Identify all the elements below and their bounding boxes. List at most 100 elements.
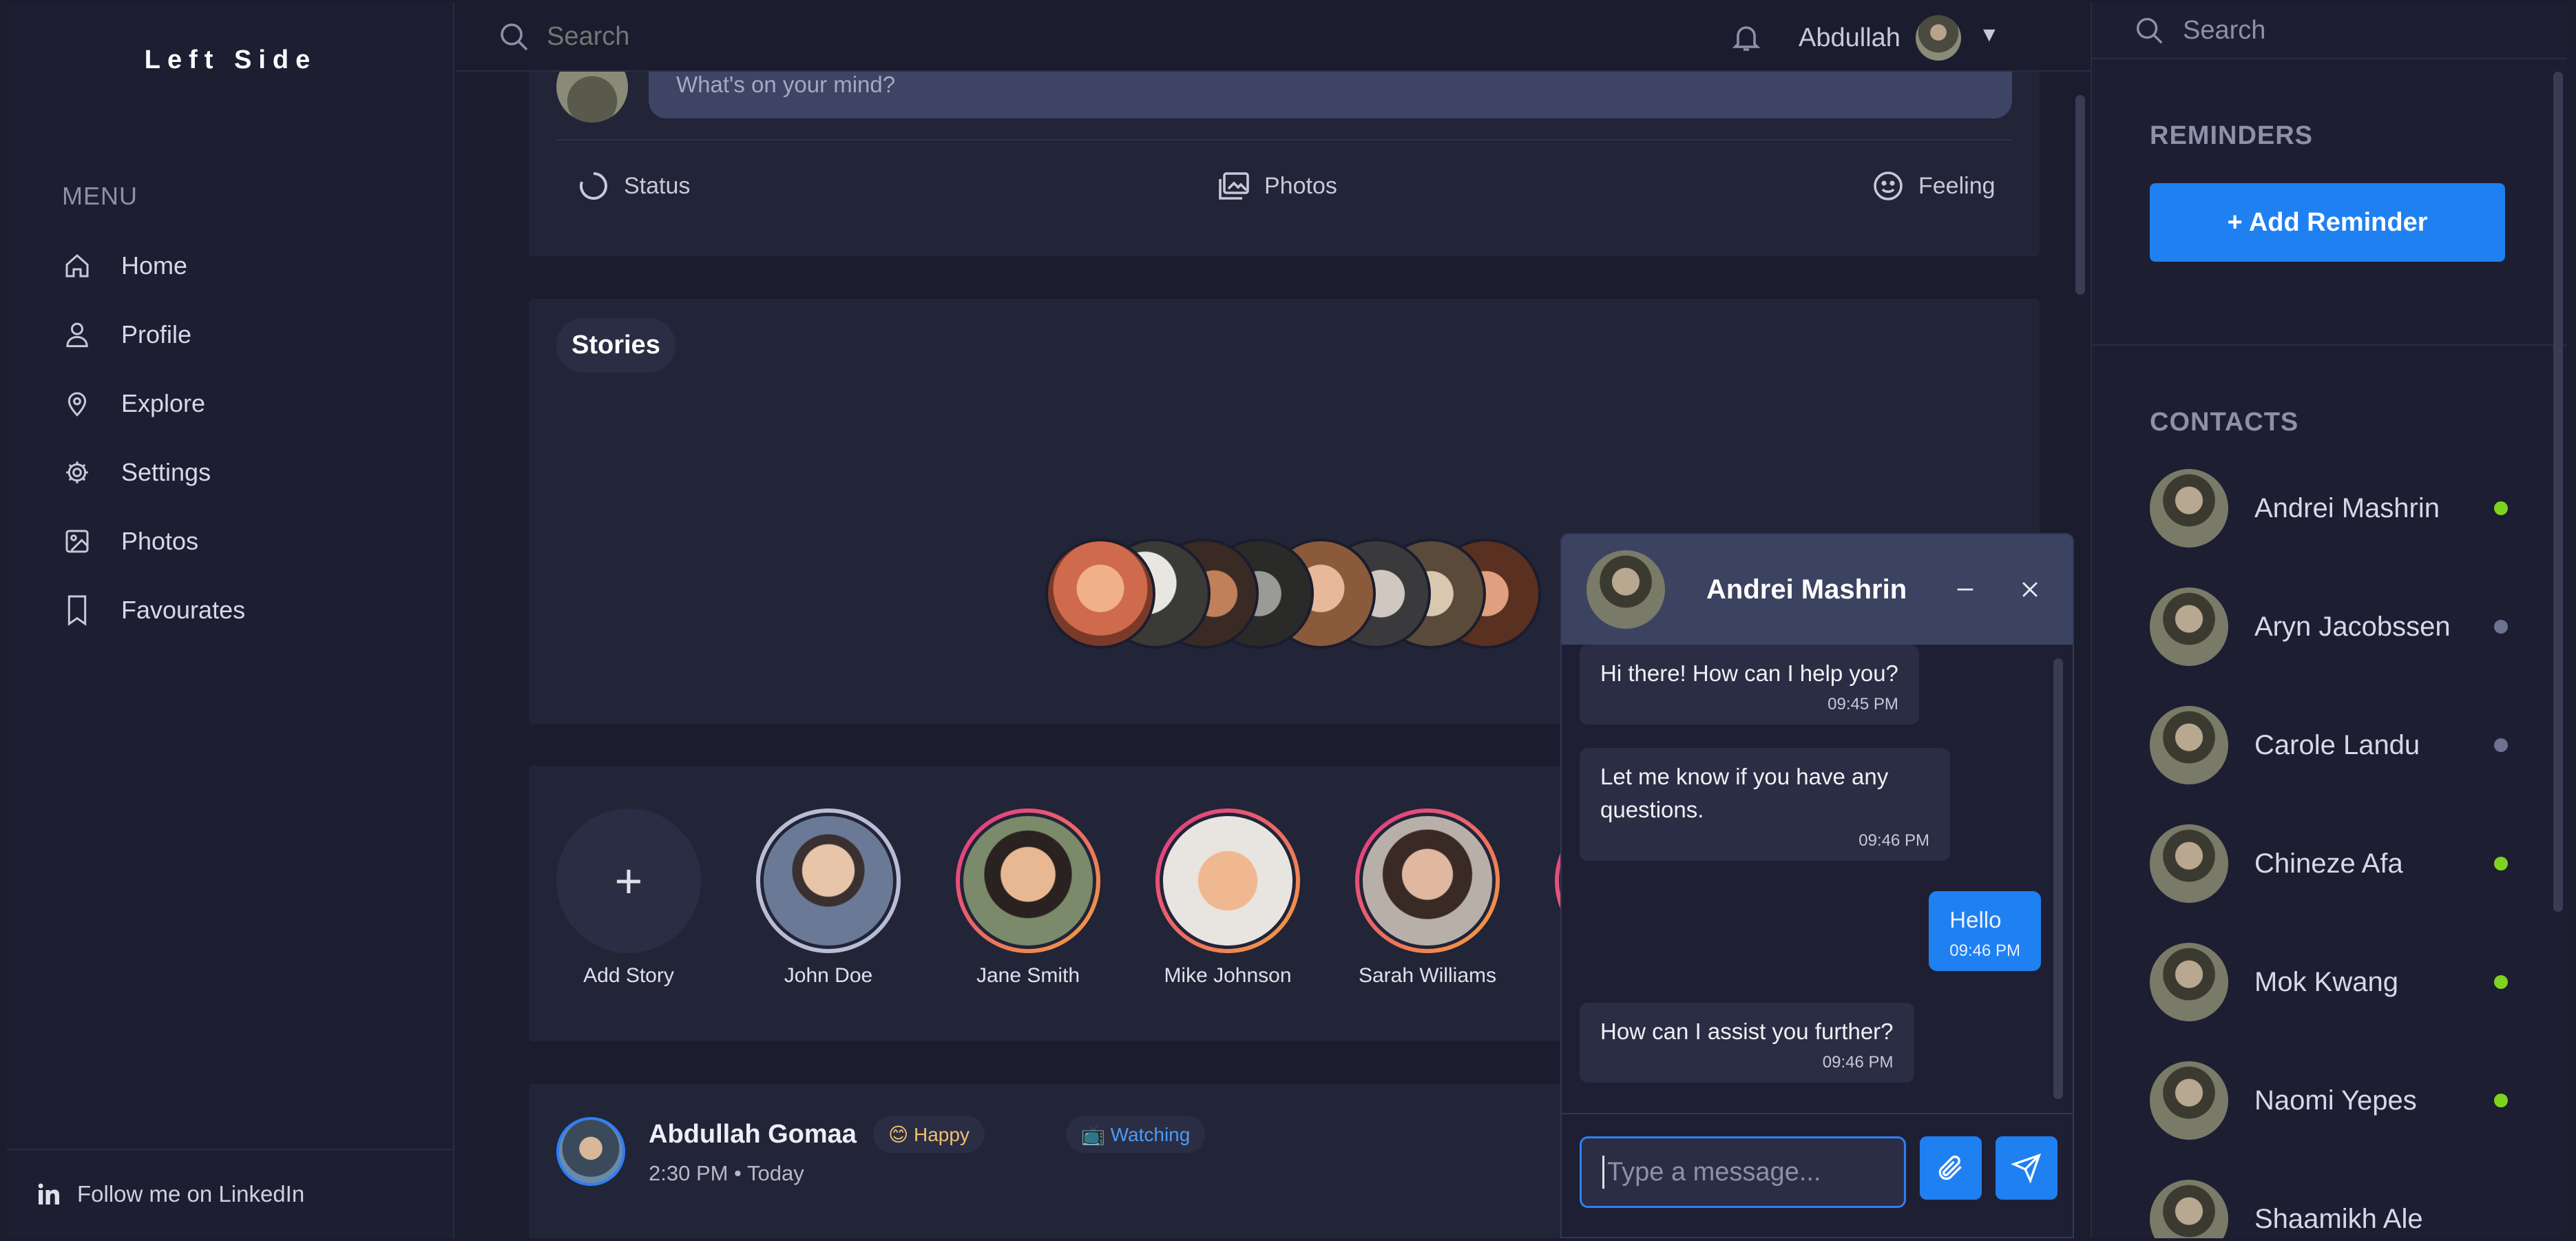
story-name: Mike Johnson: [1164, 964, 1292, 987]
contact-name: Shaamikh Ale: [2254, 1203, 2423, 1234]
story-john-doe[interactable]: John Doe: [756, 809, 901, 988]
story-name: Sarah Williams: [1358, 964, 1497, 987]
message-input-placeholder: Type a message...: [1607, 1157, 1821, 1187]
avatar: [2150, 824, 2228, 903]
contact-name: Mok Kwang: [2254, 966, 2398, 997]
menu-title: MENU: [62, 182, 138, 210]
message-text: How can I assist you further?: [1600, 1019, 1894, 1044]
mood-badge: 😊 Happy: [873, 1116, 985, 1153]
message-time: 09:46 PM: [1858, 831, 1929, 850]
sidebar-menu: Home Profile Explore Settings Photos Fav…: [62, 231, 245, 645]
contact-item[interactable]: Carole Landu: [2150, 704, 2508, 786]
add-reminder-button[interactable]: + Add Reminder: [2150, 183, 2505, 262]
avatar[interactable]: [1916, 15, 1961, 61]
right-panel-scrollbar[interactable]: [2553, 72, 2563, 912]
activity-badge: 📺 Watching: [1066, 1116, 1206, 1153]
reminders-title: REMINDERS: [2150, 121, 2314, 150]
send-button[interactable]: [1996, 1136, 2057, 1200]
sidebar-item-favourates[interactable]: Favourates: [62, 576, 245, 645]
divider: [2092, 344, 2567, 346]
story-mike-johnson[interactable]: Mike Johnson: [1155, 809, 1300, 988]
online-status-dot: [2494, 857, 2508, 870]
sidebar-item-settings[interactable]: Settings: [62, 438, 245, 507]
brand-logo: Left Side: [144, 45, 317, 74]
gear-icon: [62, 457, 92, 488]
incoming-message: How can I assist you further? 09:46 PM: [1580, 1003, 1914, 1083]
avatar: [2150, 943, 2228, 1021]
minimize-button[interactable]: [1943, 567, 1987, 612]
feeling-button[interactable]: Feeling: [1872, 158, 1996, 213]
top-bar: Abdullah ▼: [456, 3, 2091, 72]
avatar: [556, 72, 628, 123]
sidebar-item-label: Favourates: [121, 596, 246, 624]
contacts-title: CONTACTS: [2150, 408, 2299, 437]
contact-item[interactable]: Chineze Afa: [2150, 822, 2508, 905]
story-sarah-williams[interactable]: Sarah Williams: [1355, 809, 1500, 988]
sidebar-item-label: Settings: [121, 458, 211, 486]
chat-composer: Type a message...: [1562, 1113, 2073, 1237]
story-thumbnail[interactable]: [1045, 539, 1155, 649]
action-label: Photos: [1264, 172, 1337, 199]
sidebar-item-explore[interactable]: Explore: [62, 369, 245, 438]
right-panel: Search REMINDERS + Add Reminder CONTACTS…: [2091, 3, 2567, 1238]
whats-on-your-mind-input[interactable]: What's on your mind?: [649, 72, 2012, 118]
chat-scrollbar[interactable]: [2053, 658, 2063, 1099]
bell-icon[interactable]: [1730, 21, 1763, 54]
contact-name: Aryn Jacobssen: [2254, 611, 2451, 642]
sidebar-item-profile[interactable]: Profile: [62, 300, 245, 369]
left-sidebar: Left Side MENU Home Profile Explore Sett…: [7, 3, 454, 1238]
online-status-dot: [2494, 975, 2508, 989]
close-button[interactable]: [2008, 567, 2052, 612]
feed-scrollbar[interactable]: [2075, 95, 2085, 295]
user-name[interactable]: Abdullah: [1799, 23, 1900, 53]
outgoing-message: Hello 09:46 PM: [1929, 891, 2041, 971]
right-search[interactable]: Search: [2092, 3, 2567, 59]
story-ring: [1155, 809, 1300, 953]
message-input[interactable]: Type a message...: [1580, 1136, 1906, 1208]
sidebar-item-label: Home: [121, 251, 188, 280]
smiley-icon: [1872, 169, 1905, 202]
post-author[interactable]: Abdullah Gomaa: [649, 1120, 857, 1149]
search-input[interactable]: Search: [2183, 16, 2265, 45]
message-text: Hello: [1949, 907, 2002, 932]
avatar: [2150, 1180, 2228, 1238]
home-icon: [62, 251, 92, 281]
online-status-dot: [2494, 501, 2508, 515]
contact-item[interactable]: Naomi Yepes: [2150, 1059, 2508, 1142]
send-icon: [2011, 1153, 2042, 1183]
story-name: Add Story: [583, 964, 674, 987]
paperclip-icon: [1938, 1155, 1962, 1180]
incoming-message: Let me know if you have any questions. 0…: [1580, 748, 1950, 861]
linkedin-label: Follow me on LinkedIn: [77, 1181, 305, 1207]
incoming-message: Hi there! How can I help you? 09:45 PM: [1580, 645, 1919, 724]
contact-item[interactable]: Shaamikh Ale: [2150, 1178, 2508, 1238]
photos-button[interactable]: Photos: [1217, 158, 1337, 213]
story-ring: [956, 809, 1100, 953]
chat-title: Andrei Mashrin: [1706, 574, 1907, 605]
action-label: Feeling: [1918, 172, 1996, 199]
chevron-down-icon[interactable]: ▼: [1979, 23, 2000, 47]
chat-window: Andrei Mashrin Hi there! How can I help …: [1560, 533, 2074, 1238]
bookmark-icon: [62, 595, 92, 626]
story-jane-smith[interactable]: Jane Smith: [956, 809, 1100, 988]
sidebar-item-label: Profile: [121, 320, 192, 348]
contact-item[interactable]: Mok Kwang: [2150, 941, 2508, 1023]
search-icon: [497, 20, 530, 53]
linkedin-link[interactable]: Follow me on LinkedIn: [7, 1149, 454, 1238]
message-time: 09:45 PM: [1828, 695, 1898, 713]
add-story-button[interactable]: + Add Story: [556, 809, 701, 988]
status-button[interactable]: Status: [577, 158, 690, 213]
avatar[interactable]: [556, 1117, 625, 1186]
sidebar-item-photos[interactable]: Photos: [62, 507, 245, 576]
contact-item[interactable]: Aryn Jacobssen: [2150, 585, 2508, 668]
avatar: [1587, 550, 1665, 629]
offline-status-dot: [2494, 738, 2508, 752]
contact-item[interactable]: Andrei Mashrin: [2150, 467, 2508, 550]
sidebar-item-home[interactable]: Home: [62, 231, 245, 300]
contact-name: Naomi Yepes: [2254, 1085, 2417, 1116]
search-input[interactable]: [547, 21, 1373, 52]
attach-button[interactable]: [1920, 1136, 1982, 1200]
message-text: Hi there! How can I help you?: [1600, 660, 1898, 686]
story-name: John Doe: [784, 964, 873, 987]
avatar: [2150, 1061, 2228, 1140]
